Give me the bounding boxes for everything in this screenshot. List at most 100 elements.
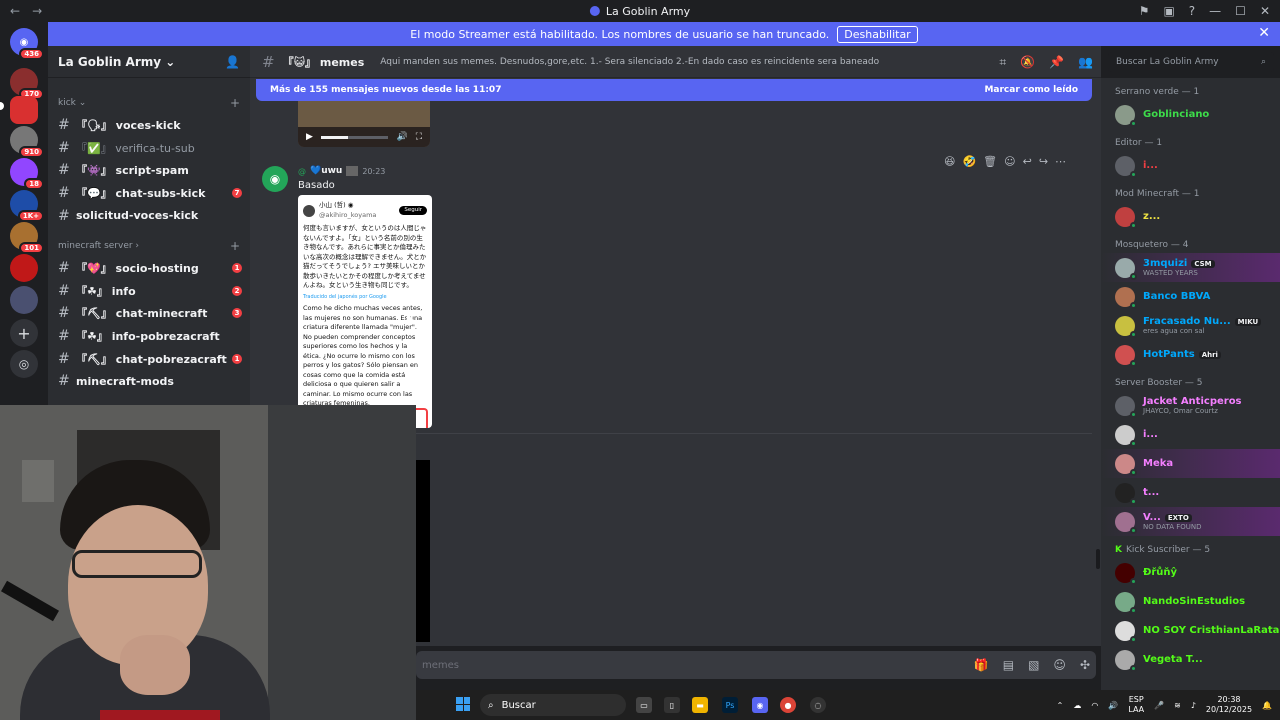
back-icon[interactable]: ← <box>10 4 20 18</box>
forward-icon[interactable]: ↪ <box>1039 155 1048 171</box>
scrollbar[interactable] <box>1096 549 1100 569</box>
close-button[interactable]: ✕ <box>1260 4 1270 18</box>
server-icon[interactable] <box>10 286 38 314</box>
maximize-button[interactable]: ☐ <box>1235 4 1246 18</box>
inbox-icon[interactable]: ▣ <box>1163 4 1174 18</box>
member-item[interactable]: HotPants Ahri <box>1101 340 1280 369</box>
search-input[interactable]: Buscar La Goblin Army ⌕ <box>1108 52 1274 72</box>
channel-item[interactable]: # 『✅』 verifica-tu-sub <box>48 137 250 160</box>
add-reaction-icon[interactable]: ☺ <box>1004 155 1015 171</box>
notification-mute-icon[interactable]: 🔕 <box>1020 55 1035 69</box>
category-kick[interactable]: kick ⌄ + <box>48 92 250 114</box>
app-icon[interactable]: ◌ <box>810 697 826 713</box>
app-icon[interactable]: ▯ <box>664 697 680 713</box>
channel-item[interactable]: # solicitud-voces-kick <box>48 204 250 227</box>
server-icon[interactable]: 910 <box>10 126 44 158</box>
channel-topic[interactable]: Aqui manden sus memes. Desnudos,gore,etc… <box>380 57 879 67</box>
gif-icon[interactable]: ▤ <box>1003 658 1014 672</box>
server-icon[interactable]: 1K+ <box>10 190 44 222</box>
wifi-icon[interactable]: ≋ <box>1174 701 1181 710</box>
avatar[interactable]: ◉ <box>262 166 288 192</box>
discord-icon[interactable]: ◉ <box>752 697 768 713</box>
apps-icon[interactable]: ✣ <box>1080 658 1090 672</box>
member-item[interactable]: Jacket Anticperos JHAYCO, Omar Courtz <box>1101 391 1280 420</box>
channel-item[interactable]: # 『☘』 info-pobrezacraft <box>48 325 250 348</box>
member-item[interactable]: Vegeta T... <box>1101 645 1280 674</box>
gift-icon[interactable]: 🎁 <box>974 658 989 672</box>
member-item[interactable]: z... <box>1101 202 1280 231</box>
member-item[interactable]: i... <box>1101 420 1280 449</box>
taskbar-search[interactable]: ⌕ Buscar <box>480 694 626 716</box>
reaction-emoji-icon[interactable]: 🗑 <box>983 155 997 171</box>
add-channel-icon[interactable]: + <box>230 96 240 110</box>
server-icon[interactable]: 101 <box>10 222 44 254</box>
member-item[interactable]: Banco BBVA <box>1101 282 1280 311</box>
server-header[interactable]: La Goblin Army ⌄ 👤 <box>48 46 250 78</box>
reaction-emoji-icon[interactable]: 😆 <box>944 155 955 171</box>
microphone-icon[interactable]: 🎤 <box>1154 701 1164 710</box>
member-item[interactable]: i... <box>1101 151 1280 180</box>
photoshop-icon[interactable]: Ps <box>722 697 738 713</box>
threads-icon[interactable]: ⌗ <box>999 55 1006 70</box>
reaction-emoji-icon[interactable]: 🤣 <box>962 155 976 171</box>
discover-icon[interactable]: ◎ <box>10 350 38 378</box>
server-icon[interactable] <box>10 96 38 124</box>
channel-item[interactable]: # 『⛏』 chat-pobrezacraft 1 <box>48 347 250 370</box>
message-author[interactable]: 💙uwu <box>310 166 342 176</box>
notification-icon[interactable]: 🔔 <box>1262 701 1272 710</box>
file-explorer-icon[interactable]: ▬ <box>692 697 708 713</box>
minimize-button[interactable]: — <box>1209 4 1221 18</box>
video-progress[interactable] <box>320 135 389 139</box>
wifi-icon[interactable]: ◠ <box>1091 701 1098 710</box>
member-item[interactable]: Goblinciano <box>1101 100 1280 129</box>
server-icon[interactable] <box>10 254 38 282</box>
start-button[interactable] <box>456 697 470 711</box>
add-server-icon[interactable]: + <box>10 319 38 347</box>
language-indicator[interactable]: ESP LAA <box>1128 695 1144 715</box>
chevron-up-icon[interactable]: ⌃ <box>1057 701 1064 710</box>
new-messages-bar[interactable]: Más de 155 mensajes nuevos desde las 11:… <box>256 79 1092 101</box>
volume-icon[interactable]: 🔊 <box>396 132 407 142</box>
mark-as-read-button[interactable]: Marcar como leído <box>984 85 1078 95</box>
sticker-icon[interactable]: ▧ <box>1028 658 1039 672</box>
channel-item[interactable]: # 『👾』 script-spam <box>48 159 250 182</box>
message-composer[interactable]: memes 🎁 ▤ ▧ ☺ ✣ <box>416 651 1096 679</box>
member-list-icon[interactable]: 👥 <box>1078 55 1093 69</box>
dark-media-embed[interactable] <box>416 460 430 642</box>
invite-icon[interactable]: 👤 <box>225 55 240 69</box>
add-channel-icon[interactable]: + <box>230 239 240 253</box>
emoji-icon[interactable]: ☺ <box>1053 658 1066 672</box>
category-minecraft-server[interactable]: minecraft server › + <box>48 235 250 257</box>
clock[interactable]: 20:38 20/12/2025 <box>1206 695 1252 715</box>
channel-item[interactable]: # 『🗣』 voces-kick <box>48 114 250 137</box>
member-item[interactable]: Ðřůňŷ <box>1101 558 1280 587</box>
channel-item[interactable]: # 『💬』 chat-subs-kick 7 <box>48 182 250 205</box>
server-icon[interactable]: 18 <box>10 158 44 190</box>
member-item[interactable]: 3mquizi CSM WASTED YEARS <box>1101 253 1280 282</box>
flag-icon[interactable]: ⚑ <box>1139 4 1150 18</box>
chrome-icon[interactable]: ● <box>780 697 796 713</box>
server-icon[interactable]: 170 <box>10 68 44 100</box>
task-view-icon[interactable]: ▭ <box>636 697 652 713</box>
help-icon[interactable]: ? <box>1189 4 1195 18</box>
member-item[interactable]: Fracasado Nu... MIKU eres agua con sal <box>1101 311 1280 340</box>
more-icon[interactable]: ⋯ <box>1055 155 1066 171</box>
disable-streamer-button[interactable]: Deshabilitar <box>837 25 918 43</box>
channel-item[interactable]: # 『⛏』 chat-minecraft 3 <box>48 302 250 325</box>
member-item[interactable]: Meka <box>1101 449 1280 478</box>
speaker-icon[interactable]: ♪ <box>1191 701 1196 710</box>
video-attachment[interactable]: ▶ 🔊 ⛶ <box>298 101 430 147</box>
network-icon[interactable]: ☁ <box>1073 701 1081 710</box>
volume-icon[interactable]: 🔊 <box>1108 701 1118 710</box>
play-icon[interactable]: ▶ <box>306 132 313 142</box>
member-item[interactable]: t... <box>1101 478 1280 507</box>
channel-item[interactable]: # 『☘』 info 2 <box>48 280 250 303</box>
pin-icon[interactable]: 📌 <box>1049 55 1064 69</box>
member-item[interactable]: NO SOY CristhianLaRata <box>1101 616 1280 645</box>
member-item[interactable]: V... EXTO NO DATA FOUND <box>1101 507 1280 536</box>
channel-item[interactable]: # minecraft-mods <box>48 370 250 393</box>
forward-icon[interactable]: → <box>32 4 42 18</box>
channel-item[interactable]: # 『💖』 socio-hosting 1 <box>48 257 250 280</box>
close-icon[interactable]: ✕ <box>1258 25 1270 41</box>
fullscreen-icon[interactable]: ⛶ <box>416 132 422 142</box>
